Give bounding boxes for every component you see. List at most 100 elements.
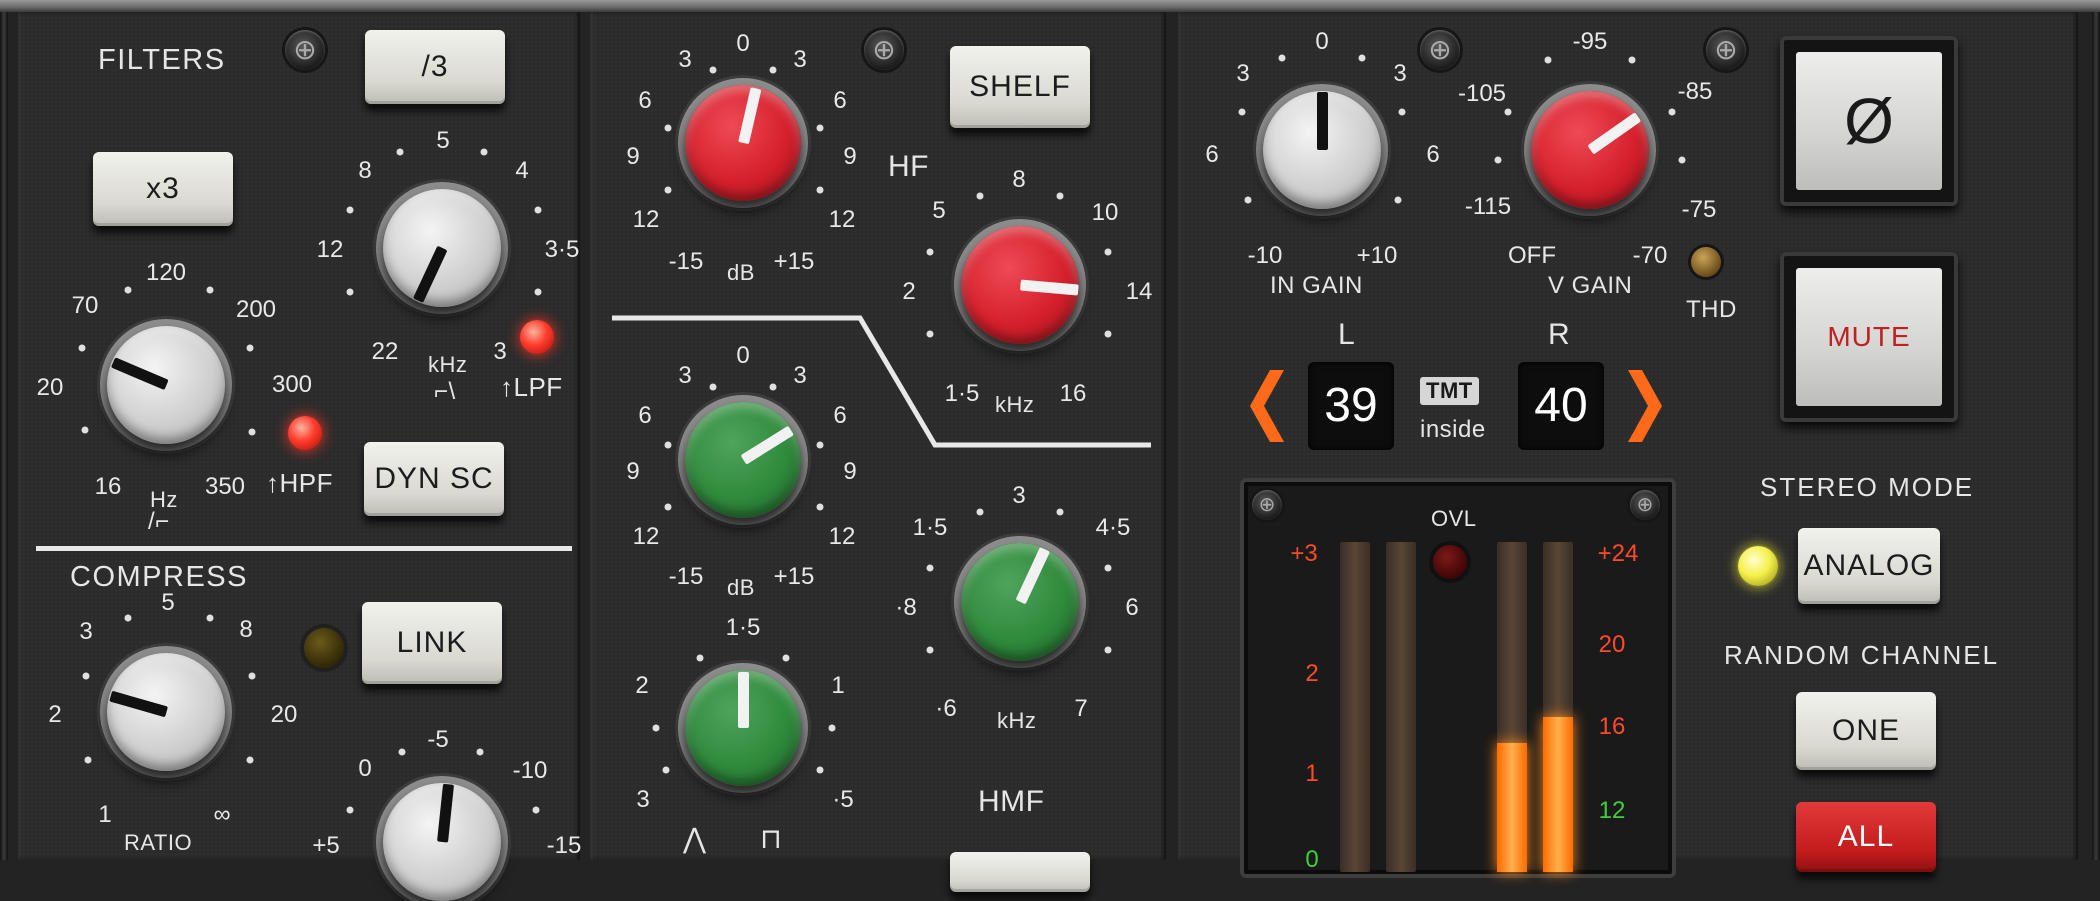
hmf-freq-tick: ·6	[935, 695, 957, 722]
v-gain-tick: -95	[1572, 28, 1608, 55]
link-button[interactable]: LINK	[362, 602, 502, 684]
meter-bar-1	[1340, 542, 1370, 872]
hf-gain-tick: 3	[678, 46, 692, 73]
hmf-button[interactable]	[950, 852, 1090, 892]
threshold-knob[interactable]	[383, 783, 501, 901]
v-gain-label: V GAIN	[1548, 272, 1633, 299]
hf-gain-tick: 6	[833, 87, 847, 114]
v-gain-tick: -75	[1681, 196, 1717, 223]
lpf-led	[520, 320, 554, 354]
v-gain-tick: OFF	[1508, 242, 1556, 269]
meter-scale-right: 12	[1598, 797, 1626, 824]
lpf-knob[interactable]	[383, 189, 501, 307]
mute-label: MUTE	[1827, 321, 1911, 352]
meter-bar-3	[1497, 542, 1527, 872]
hpf-label-text: HPF	[279, 468, 333, 498]
hf-gain-tick: 6	[638, 87, 652, 114]
stereo-mode-label: STEREO MODE	[1760, 472, 1975, 502]
hf-gain-unit: dB	[727, 260, 755, 285]
hf-gain-tick: 0	[736, 30, 750, 57]
in-gain-tick: +10	[1356, 242, 1398, 269]
dyn-sc-button[interactable]: DYN SC	[364, 442, 504, 516]
screw-icon: ⊕	[1252, 490, 1282, 520]
v-gain-tick: -85	[1677, 78, 1713, 105]
meter-scale-right: 16	[1598, 713, 1626, 740]
hf-freq-tick: 8	[1012, 166, 1026, 193]
ovl-led	[1433, 545, 1467, 579]
tmt-inside-label: inside	[1420, 416, 1486, 443]
one-button[interactable]: ONE	[1796, 692, 1936, 770]
ratio-knob[interactable]	[107, 653, 225, 771]
threshold-tick: 0	[358, 755, 372, 782]
hmf-freq-knob[interactable]	[961, 543, 1079, 661]
in-gain-tick: -10	[1247, 242, 1283, 269]
hf-freq-tick: 14	[1125, 278, 1153, 305]
all-button[interactable]: ALL	[1796, 802, 1936, 872]
hmf-gain-knob[interactable]	[685, 402, 801, 518]
channel-next-arrow[interactable]	[1624, 366, 1666, 446]
in-gain-tick: 3	[1236, 60, 1250, 87]
mute-button[interactable]: MUTE	[1780, 252, 1958, 422]
hmf-freq-tick: 7	[1074, 695, 1088, 722]
x3-button[interactable]: x3	[93, 152, 233, 226]
q-tick: 3	[636, 786, 650, 813]
meter-scale-left: 0	[1305, 846, 1319, 873]
hf-gain-tick: 3	[793, 46, 807, 73]
analog-button[interactable]: ANALOG	[1798, 528, 1940, 604]
hmf-freq-tick: 4·5	[1095, 514, 1131, 541]
top-rack-bar	[0, 0, 2100, 12]
hf-freq-tick: 2	[902, 278, 916, 305]
q-tick: 2	[635, 672, 649, 699]
channel-l-display: 39	[1308, 362, 1394, 450]
hmf-q-knob[interactable]	[685, 670, 801, 786]
shelf-button[interactable]: SHELF	[950, 46, 1090, 128]
hmf-gain-tick: -15	[668, 563, 704, 590]
lpf-tick: 5	[436, 127, 450, 154]
meter-scale-left: 1	[1305, 760, 1319, 787]
hf-freq-tick: 10	[1091, 199, 1119, 226]
ratio-tick: 1	[98, 801, 112, 828]
ratio-label: RATIO	[124, 830, 193, 855]
hf-gain-knob[interactable]	[685, 85, 801, 201]
q-tick: 1·5	[725, 614, 761, 641]
screw-icon: ⊕	[1706, 30, 1746, 70]
hmf-gain-tick: 9	[843, 458, 857, 485]
in-gain-tick: 3	[1393, 60, 1407, 87]
hmf-gain-unit: dB	[727, 575, 755, 600]
hmf-gain-tick: 12	[632, 523, 660, 550]
v-gain-tick: -115	[1464, 193, 1512, 220]
hmf-freq-tick: ·8	[895, 594, 917, 621]
lowpass-shape-icon: ⌐\	[434, 378, 456, 405]
narrow-q-icon: ⋀	[683, 823, 707, 854]
channel-prev-arrow[interactable]	[1246, 366, 1288, 446]
highpass-shape-icon: /⌐	[148, 508, 170, 535]
phase-button[interactable]: Ø	[1780, 36, 1958, 206]
hpf-knob[interactable]	[107, 326, 225, 444]
v-gain-knob[interactable]	[1531, 91, 1649, 209]
hf-gain-tick: 12	[828, 206, 856, 233]
hf-gain-tick: +15	[773, 248, 815, 275]
in-gain-knob[interactable]	[1263, 91, 1381, 209]
ratio-tick: 5	[161, 589, 175, 616]
hpf-label: ↑HPF	[266, 468, 333, 498]
screw-icon: ⊕	[285, 30, 325, 70]
ratio-tick: 8	[239, 616, 253, 643]
thd-trim-screw[interactable]	[1691, 247, 1721, 277]
tmt-logo: TMT	[1420, 377, 1479, 405]
wide-q-icon: ⊓	[760, 823, 783, 854]
lpf-tick: 3	[493, 338, 507, 365]
meter-scale-right: +24	[1597, 540, 1639, 567]
lpf-unit: kHz	[428, 352, 468, 377]
random-channel-label: RANDOM CHANNEL	[1724, 640, 2000, 670]
hmf-freq-unit: kHz	[997, 708, 1037, 733]
lpf-tick: 22	[371, 338, 399, 365]
compress-title: COMPRESS	[70, 561, 248, 593]
hmf-gain-tick: +15	[773, 563, 815, 590]
lpf-label: ↑LPF	[500, 372, 563, 402]
in-gain-tick: 0	[1315, 28, 1329, 55]
div3-button[interactable]: /3	[365, 30, 505, 104]
v-gain-tick: -70	[1632, 242, 1668, 269]
q-tick: 1	[831, 672, 845, 699]
hf-gain-tick: 12	[632, 206, 660, 233]
ovl-label: OVL	[1431, 506, 1477, 531]
